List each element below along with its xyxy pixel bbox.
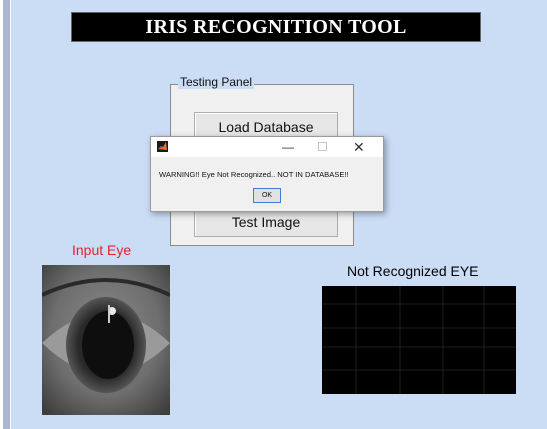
dialog-message: WARNING!! Eye Not Recognized.. NOT IN DA… [159, 170, 349, 179]
dialog-close-button[interactable]: ✕ [353, 139, 365, 155]
dialog-ok-button[interactable]: OK [253, 188, 281, 203]
title-banner: IRIS RECOGNITION TOOL [71, 12, 481, 42]
input-eye-image [42, 265, 170, 415]
not-recognized-image [322, 286, 516, 394]
dialog-maximize-button[interactable]: ☐ [317, 139, 328, 155]
dialog-minimize-button[interactable]: — [282, 139, 294, 155]
input-eye-label: Input Eye [72, 242, 132, 258]
matlab-logo-icon [157, 141, 168, 152]
not-recognized-label: Not Recognized EYE [347, 263, 479, 279]
testing-panel-legend: Testing Panel [178, 75, 255, 89]
page-title: IRIS RECOGNITION TOOL [145, 15, 407, 38]
warning-dialog: — ☐ ✕ WARNING!! Eye Not Recognized.. NOT… [150, 136, 384, 212]
window-left-border [0, 0, 10, 429]
dialog-titlebar[interactable] [151, 137, 383, 157]
